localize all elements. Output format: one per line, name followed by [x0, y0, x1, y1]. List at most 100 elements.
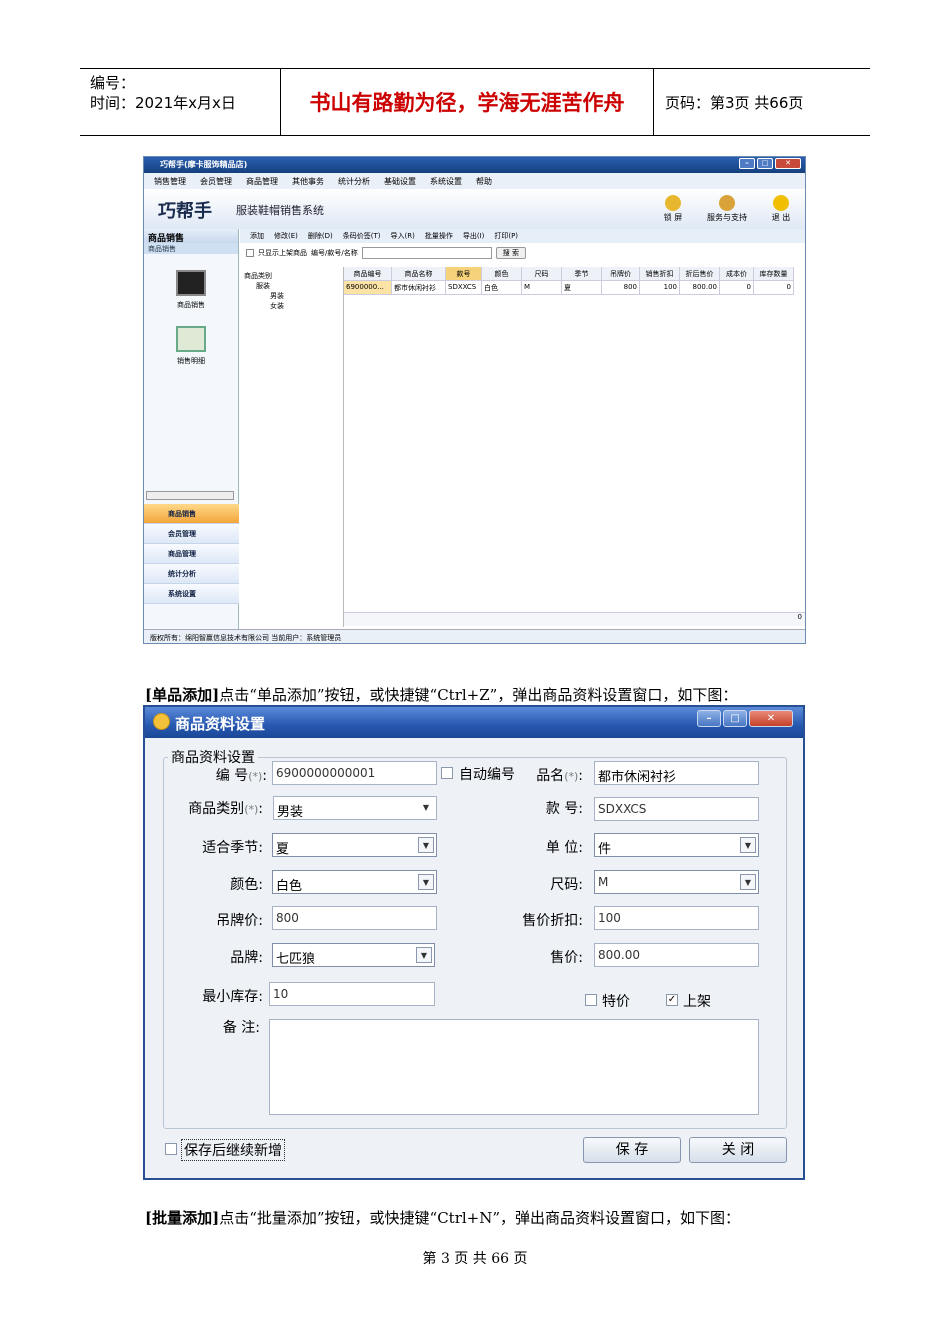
onshelf-label: 上架	[683, 994, 711, 1010]
shortcut-sales[interactable]: 商品销售	[144, 270, 238, 310]
season-select[interactable]: 夏 ▼	[272, 833, 437, 857]
column-header[interactable]: 颜色	[482, 267, 522, 281]
style-input[interactable]: SDXXCS	[594, 797, 759, 821]
menu-item[interactable]: 销售管理	[154, 176, 186, 189]
discount-label: 售价折扣:	[522, 913, 583, 929]
minimize-button[interactable]: –	[739, 158, 755, 169]
auto-code-checkbox[interactable]	[441, 767, 453, 779]
table-cell: SDXXCS	[446, 281, 482, 295]
min-stock-input[interactable]: 10	[269, 982, 435, 1006]
menu-item[interactable]: 会员管理	[200, 176, 232, 189]
table-cell: 0	[720, 281, 754, 295]
column-header[interactable]: 成本价	[720, 267, 754, 281]
tag-price-input[interactable]: 800	[272, 906, 437, 930]
import-button[interactable]: 导入(R)	[391, 231, 415, 243]
size-select[interactable]: M ▼	[594, 870, 759, 894]
scrollbar[interactable]	[146, 491, 234, 500]
maximize-button[interactable]: □	[723, 710, 747, 727]
price-label: 售价:	[550, 950, 583, 966]
fieldset-legend: 商品资料设置	[171, 750, 255, 766]
print-button[interactable]: 打印(P)	[494, 231, 518, 243]
menu-item[interactable]: 帮助	[476, 176, 492, 189]
brand-label: 品牌:	[230, 950, 263, 966]
menu-item[interactable]: 系统设置	[430, 176, 462, 189]
color-label: 颜色:	[230, 877, 263, 893]
nav-item-settings[interactable]: 系统设置	[144, 584, 239, 604]
continue-checkbox[interactable]	[165, 1143, 177, 1155]
close-button[interactable]: ✕	[775, 158, 801, 169]
close-icon[interactable]: ✕	[749, 710, 793, 727]
color-select[interactable]: 白色 ▼	[272, 870, 437, 894]
nav-item-stats[interactable]: 统计分析	[144, 564, 239, 584]
menu-item[interactable]: 其他事务	[292, 176, 324, 189]
column-header[interactable]: 销售折扣	[640, 267, 680, 281]
maximize-button[interactable]: □	[757, 158, 773, 169]
support-button[interactable]: 服务与支持	[702, 195, 752, 223]
goods-table: 商品编号 商品名称 款号 颜色 尺码 季节 吊牌价 销售折扣 折后售价 成本价 …	[344, 267, 805, 295]
shortcut-detail[interactable]: 销售明细	[144, 326, 238, 366]
tree-node-root[interactable]: 商品类别	[244, 271, 339, 281]
brand-select[interactable]: 七匹狼 ▼	[272, 943, 435, 967]
category-select[interactable]: 男装 ▼	[273, 796, 437, 820]
search-button[interactable]: 搜 索	[495, 247, 526, 259]
menu-item[interactable]: 基础设置	[384, 176, 416, 189]
table-cell: 0	[754, 281, 794, 295]
auto-code-label: 自动编号	[459, 767, 515, 783]
left-panel-sub: 商品销售	[144, 243, 238, 254]
lock-button[interactable]: 锁 屏	[648, 195, 698, 223]
column-header[interactable]: 吊牌价	[602, 267, 640, 281]
close-button[interactable]: 关 闭	[689, 1137, 787, 1163]
table-row[interactable]: 6900000... 都市休闲衬衫 SDXXCS 白色 M 夏 800 100 …	[344, 281, 805, 295]
code-input[interactable]: 6900000000001	[272, 761, 437, 785]
table-header: 商品编号 商品名称 款号 颜色 尺码 季节 吊牌价 销售折扣 折后售价 成本价 …	[344, 267, 805, 281]
toolbar: 添加 修改(E) 删除(D) 条码价签(T) 导入(R) 批量操作 导出(I) …	[240, 229, 805, 243]
column-header[interactable]: 尺码	[522, 267, 562, 281]
unit-select[interactable]: 件 ▼	[594, 833, 759, 857]
para-bold: [批量添加]	[145, 1209, 220, 1227]
note-textarea[interactable]	[269, 1019, 759, 1115]
column-header[interactable]: 款号	[446, 267, 482, 281]
column-header[interactable]: 折后售价	[680, 267, 720, 281]
season-label-text: 适合季节	[202, 840, 259, 856]
nav-item-sales[interactable]: 商品销售	[144, 504, 239, 524]
onshelf-checkbox[interactable]: ✓	[666, 994, 678, 1006]
price-input[interactable]: 800.00	[594, 943, 759, 967]
tree-node-men[interactable]: 男装	[244, 291, 339, 301]
color-value: 白色	[276, 879, 303, 894]
discount-input[interactable]: 100	[594, 906, 759, 930]
lock-icon	[665, 195, 681, 211]
onshelf-checkbox[interactable]	[246, 249, 254, 257]
table-cell: 夏	[562, 281, 602, 295]
nav-item-members[interactable]: 会员管理	[144, 524, 239, 544]
menu-item[interactable]: 商品管理	[246, 176, 278, 189]
edit-button[interactable]: 修改(E)	[274, 231, 298, 243]
name-label-text: 品名	[536, 768, 565, 784]
nav-item-goods[interactable]: 商品管理	[144, 544, 239, 564]
column-header[interactable]: 季节	[562, 267, 602, 281]
batch-button[interactable]: 批量操作	[425, 231, 453, 243]
search-input[interactable]	[361, 247, 492, 259]
column-header[interactable]: 商品编号	[344, 267, 392, 281]
tree-node-clothing[interactable]: 服装	[244, 281, 339, 291]
nav-list: 商品销售 会员管理 商品管理 统计分析 系统设置	[144, 504, 239, 604]
add-button[interactable]: 添加	[250, 231, 264, 243]
table-cell: 800.00	[680, 281, 720, 295]
tree-node-women[interactable]: 女装	[244, 301, 339, 311]
minimize-button[interactable]: –	[697, 710, 721, 727]
filter-bar: 只显示上架商品 编号/款号/名称 搜 索	[240, 247, 526, 259]
min-stock-label-text: 最小库存	[202, 989, 259, 1005]
table-cell: M	[522, 281, 562, 295]
tag-price-label: 吊牌价:	[216, 913, 263, 929]
min-stock-label: 最小库存:	[202, 989, 263, 1005]
barcode-button[interactable]: 条码价签(T)	[343, 231, 381, 243]
grid-footer: 0	[344, 612, 805, 626]
column-header[interactable]: 商品名称	[392, 267, 446, 281]
special-checkbox[interactable]	[585, 994, 597, 1006]
exit-button[interactable]: 退 出	[756, 195, 805, 223]
menu-item[interactable]: 统计分析	[338, 176, 370, 189]
export-button[interactable]: 导出(I)	[463, 231, 485, 243]
save-button[interactable]: 保 存	[583, 1137, 681, 1163]
name-input[interactable]: 都市休闲衬衫	[594, 761, 759, 785]
column-header[interactable]: 库存数量	[754, 267, 794, 281]
delete-button[interactable]: 删除(D)	[308, 231, 333, 243]
